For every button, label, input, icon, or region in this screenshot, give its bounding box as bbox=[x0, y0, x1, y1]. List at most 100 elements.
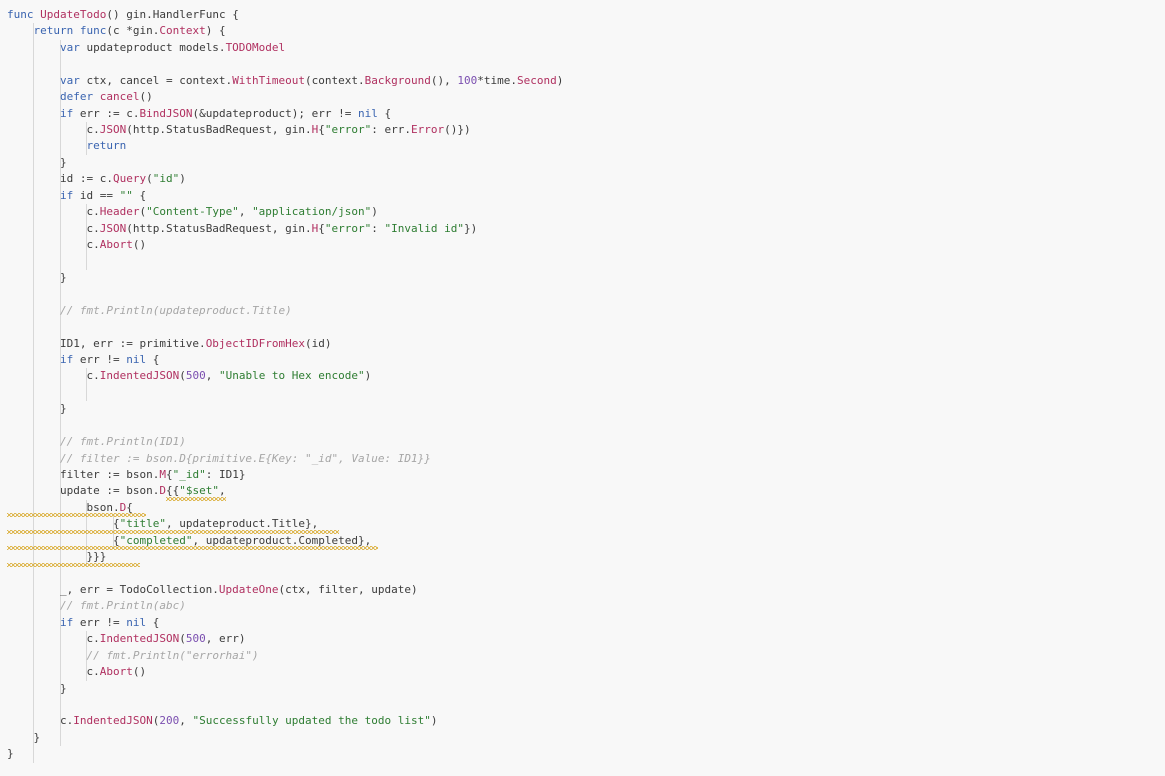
code-token: { bbox=[318, 221, 325, 235]
code-line[interactable] bbox=[0, 56, 1165, 72]
code-line[interactable] bbox=[0, 385, 1165, 401]
code-line[interactable]: _, err = TodoCollection.UpdateOne(ctx, f… bbox=[0, 582, 1165, 598]
code-line[interactable]: filter := bson.M{"_id": ID1} bbox=[0, 467, 1165, 483]
code-line[interactable]: c.JSON(http.StatusBadRequest, gin.H{"err… bbox=[0, 122, 1165, 138]
code-token: { bbox=[146, 615, 160, 629]
code-token: : bbox=[371, 221, 385, 235]
code-token: var bbox=[59, 40, 80, 54]
code-token: , bbox=[218, 484, 226, 498]
code-line[interactable] bbox=[0, 418, 1165, 434]
code-line[interactable]: // fmt.Println(ID1) bbox=[0, 434, 1165, 450]
code-token: "error" bbox=[324, 221, 372, 235]
code-line[interactable] bbox=[0, 253, 1165, 269]
code-line[interactable]: bson.D{ bbox=[0, 500, 1165, 516]
code-token: var bbox=[59, 73, 80, 87]
code-token: IndentedJSON bbox=[99, 369, 180, 383]
code-line[interactable]: var updateproduct models.TODOModel bbox=[0, 40, 1165, 56]
code-line[interactable]: // filter := bson.D{primitive.E{Key: "_i… bbox=[0, 451, 1165, 467]
code-line[interactable]: var ctx, cancel = context.WithTimeout(co… bbox=[0, 73, 1165, 89]
code-token: { bbox=[7, 533, 120, 547]
code-token: { bbox=[318, 123, 325, 136]
code-token: WithTimeout bbox=[232, 73, 306, 87]
code-line[interactable]: c.Abort() bbox=[0, 237, 1165, 253]
code-line[interactable]: c.JSON(http.StatusBadRequest, gin.H{"err… bbox=[0, 221, 1165, 237]
code-line[interactable]: // fmt.Println("errorhai") bbox=[0, 648, 1165, 664]
code-token: func bbox=[79, 24, 107, 38]
code-line[interactable]: } bbox=[0, 270, 1165, 286]
code-line[interactable]: } bbox=[0, 730, 1165, 746]
code-token: : err. bbox=[371, 123, 412, 136]
code-line[interactable]: if err != nil { bbox=[0, 352, 1165, 368]
code-token: c. bbox=[7, 238, 100, 252]
code-token: ( bbox=[179, 369, 186, 383]
lint-warning-squiggle bbox=[7, 562, 140, 567]
code-token: { bbox=[377, 106, 392, 120]
code-editor[interactable]: func UpdateTodo() gin.HandlerFunc { retu… bbox=[0, 0, 1165, 776]
code-line[interactable]: // fmt.Println(updateproduct.Title) bbox=[0, 303, 1165, 319]
code-line[interactable]: c.Header("Content-Type", "application/js… bbox=[0, 204, 1165, 220]
code-token: update := bson. bbox=[7, 484, 160, 498]
code-line[interactable]: } bbox=[0, 681, 1165, 697]
code-line[interactable]: return func(c *gin.Context) { bbox=[0, 23, 1165, 39]
code-line[interactable] bbox=[0, 319, 1165, 335]
code-token: updateproduct models. bbox=[79, 40, 226, 54]
code-token: , err) bbox=[205, 632, 246, 646]
code-token: IndentedJSON bbox=[99, 632, 180, 646]
code-line[interactable]: } bbox=[0, 155, 1165, 171]
code-line[interactable]: c.IndentedJSON(500, "Unable to Hex encod… bbox=[0, 368, 1165, 384]
code-line[interactable]: func UpdateTodo() gin.HandlerFunc { bbox=[0, 7, 1165, 23]
code-token: , bbox=[205, 369, 219, 383]
code-line[interactable]: defer cancel() bbox=[0, 89, 1165, 105]
code-token: , updateproduct.Title}, bbox=[165, 517, 319, 531]
code-token: Query bbox=[112, 172, 147, 186]
code-line[interactable] bbox=[0, 566, 1165, 582]
code-token: JSON bbox=[99, 123, 127, 136]
code-line[interactable] bbox=[0, 697, 1165, 713]
code-line[interactable]: id := c.Query("id") bbox=[0, 171, 1165, 187]
code-token: BindJSON bbox=[139, 106, 193, 120]
code-token: (), bbox=[430, 73, 458, 87]
code-line[interactable]: } bbox=[0, 401, 1165, 417]
code-token: _, err = TodoCollection. bbox=[7, 583, 219, 597]
code-line[interactable] bbox=[0, 286, 1165, 302]
code-token: (c *gin. bbox=[106, 24, 160, 38]
code-line[interactable]: } bbox=[0, 746, 1165, 762]
code-line[interactable]: c.IndentedJSON(500, err) bbox=[0, 631, 1165, 647]
code-token: id == bbox=[73, 188, 120, 202]
code-line[interactable]: return bbox=[0, 138, 1165, 154]
code-line[interactable]: c.IndentedJSON(200, "Successfully update… bbox=[0, 713, 1165, 729]
code-line[interactable]: ID1, err := primitive.ObjectIDFromHex(id… bbox=[0, 336, 1165, 352]
code-token: func bbox=[7, 8, 34, 21]
code-line[interactable]: if err != nil { bbox=[0, 615, 1165, 631]
code-token: JSON bbox=[99, 221, 127, 235]
code-line[interactable]: if id == "" { bbox=[0, 188, 1165, 204]
code-token: c. bbox=[7, 221, 100, 235]
code-token: IndentedJSON bbox=[73, 714, 153, 728]
code-token: ID1, err := primitive. bbox=[7, 336, 206, 350]
code-token: } bbox=[7, 155, 67, 169]
code-token: } bbox=[7, 402, 67, 416]
code-token: ( bbox=[146, 172, 153, 186]
code-line[interactable]: // fmt.Println(abc) bbox=[0, 598, 1165, 614]
code-token: (http.StatusBadRequest, gin. bbox=[126, 221, 312, 235]
code-token: }) bbox=[464, 221, 478, 235]
code-token: 500 bbox=[185, 632, 206, 646]
code-line[interactable]: c.Abort() bbox=[0, 664, 1165, 680]
code-line[interactable]: }}} bbox=[0, 549, 1165, 565]
code-line[interactable]: if err := c.BindJSON(&updateproduct); er… bbox=[0, 106, 1165, 122]
code-token: ) bbox=[430, 714, 438, 728]
code-token: (context. bbox=[305, 73, 365, 87]
code-token: if bbox=[59, 615, 74, 629]
code-token: M bbox=[159, 468, 166, 482]
code-token: if bbox=[59, 106, 74, 120]
code-token: c. bbox=[7, 123, 100, 136]
code-token: 500 bbox=[185, 369, 206, 383]
